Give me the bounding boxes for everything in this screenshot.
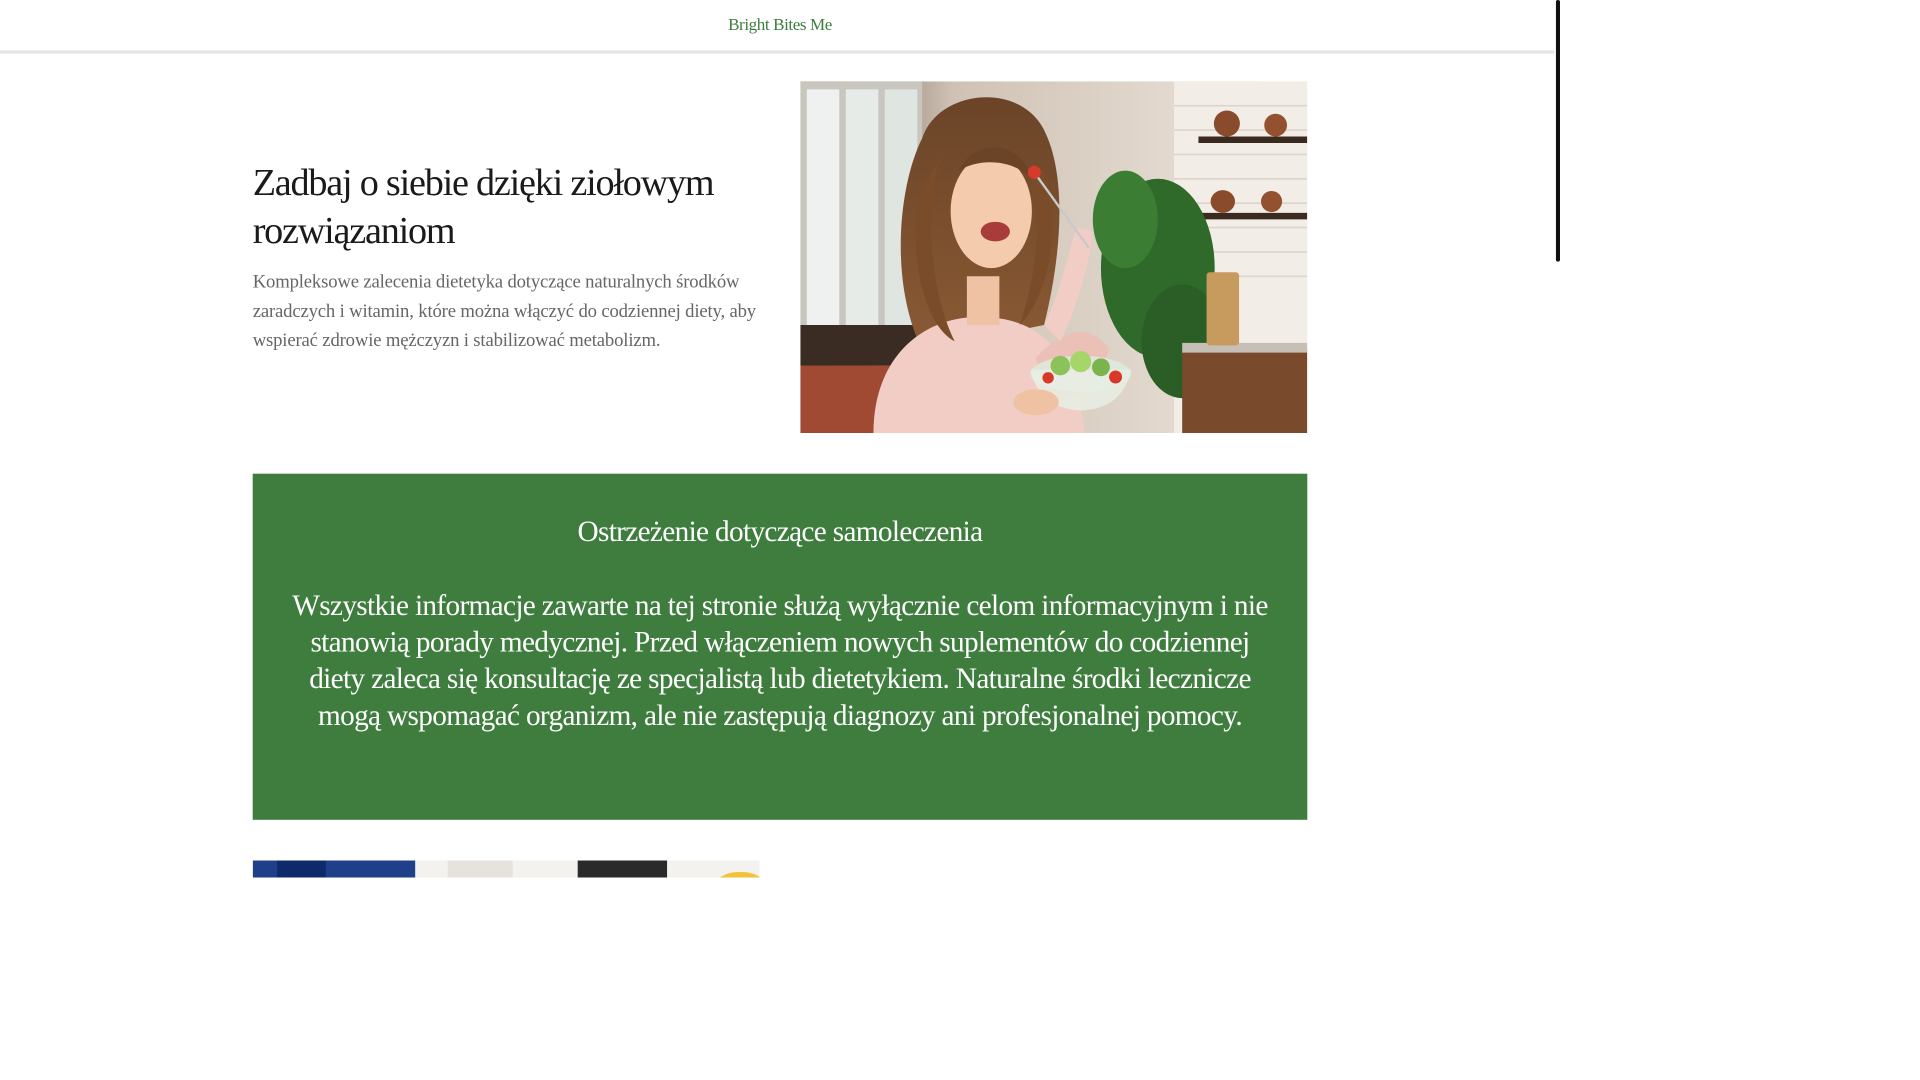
scrollbar-thumb[interactable] xyxy=(1555,0,1560,262)
hero-title: Zadbaj o siebie dzięki ziołowym rozwiąza… xyxy=(252,161,715,252)
woman-eating-salad-icon xyxy=(800,81,1308,434)
hero-description: Kompleksowe zalecenia dietetyka dotycząc… xyxy=(252,271,756,351)
hero-photo xyxy=(800,81,1308,434)
viewport: Bright Bites Me Zadbaj o siebie dzięki z… xyxy=(0,0,1560,878)
page: Bright Bites Me Zadbaj o siebie dzięki z… xyxy=(0,0,1560,878)
food-photo-icon xyxy=(252,860,760,878)
site-header: Bright Bites Me xyxy=(0,0,1560,54)
hero-text: Zadbaj o siebie dzięki ziołowym rozwiąza… xyxy=(253,159,773,355)
self-treatment-warning: Ostrzeżenie dotyczące samoleczenia Wszys… xyxy=(252,473,1308,820)
site-title[interactable]: Bright Bites Me xyxy=(0,15,1560,35)
next-section-photo xyxy=(252,860,760,878)
warning-body: Wszystkie informacje zawarte na tej stro… xyxy=(292,589,1268,732)
warning-title: Ostrzeżenie dotyczące samoleczenia xyxy=(577,515,983,548)
